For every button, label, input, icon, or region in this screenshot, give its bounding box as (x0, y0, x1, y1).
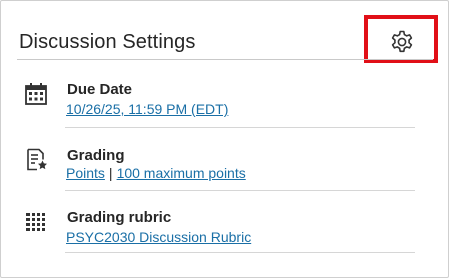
row-divider (65, 127, 415, 128)
due-date-link[interactable]: 10/26/25, 11:59 PM (EDT) (66, 101, 228, 117)
panel-title: Discussion Settings (19, 31, 196, 53)
gear-icon (391, 30, 413, 53)
rubric-link[interactable]: PSYC2030 Discussion Rubric (66, 229, 251, 245)
grading-label: Grading (67, 147, 125, 164)
row-divider (65, 252, 415, 253)
row-divider (65, 190, 415, 191)
calendar-icon (25, 83, 47, 105)
due-date-label: Due Date (67, 81, 133, 98)
rubric-label: Grading rubric (67, 209, 172, 226)
grading-star-icon (27, 148, 47, 171)
rubric-grid-icon (26, 213, 45, 231)
max-points-link[interactable]: 100 maximum points (117, 165, 246, 181)
grading-type-link[interactable]: Points (66, 165, 105, 181)
settings-button[interactable] (387, 27, 417, 57)
grading-separator: | (108, 165, 113, 181)
header-divider (17, 59, 433, 60)
discussion-settings-panel: Discussion Settings Due Date 10/26/25, 1… (0, 0, 449, 278)
